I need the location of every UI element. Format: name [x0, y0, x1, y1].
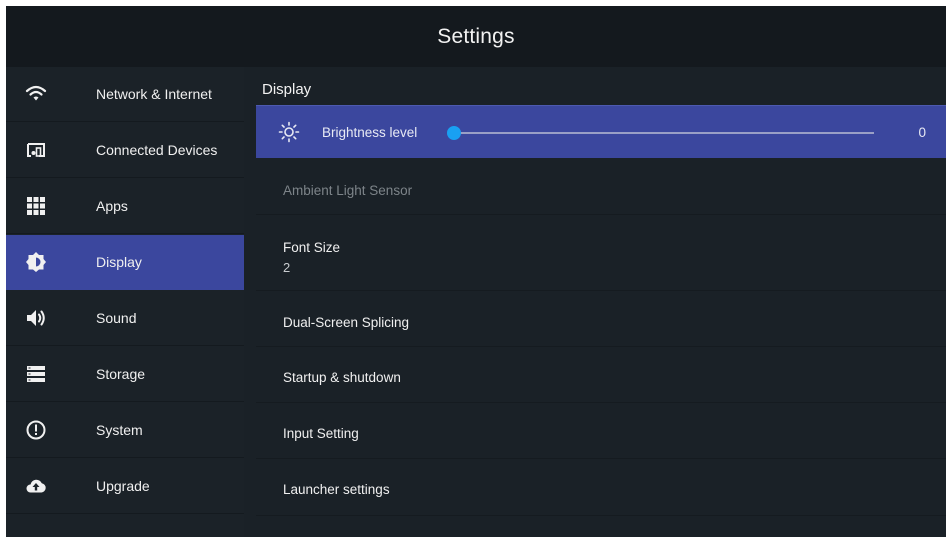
settings-window: Settings Network & Internet Connected De… [6, 6, 946, 537]
sidebar-item-label: Sound [96, 310, 137, 326]
speaker-icon [25, 307, 47, 329]
item-label: Input Setting [283, 426, 359, 441]
sidebar-item-label: Upgrade [96, 478, 150, 494]
font-size-value: 2 [283, 260, 291, 275]
sidebar-item-sound[interactable]: Sound [6, 291, 244, 346]
brightness-value: 0 [918, 125, 926, 140]
display-settings-panel: Display Brightness level 0 Ambient Light… [244, 67, 946, 537]
sidebar-item-label: Network & Internet [96, 86, 212, 102]
info-icon [25, 419, 47, 441]
input-setting-item[interactable]: Input Setting [256, 404, 946, 459]
section-title: Display [262, 81, 312, 98]
apps-grid-icon [25, 195, 47, 217]
brightness-level-row[interactable]: Brightness level 0 [256, 105, 946, 158]
sidebar-item-display[interactable]: Display [6, 235, 244, 290]
cloud-upload-icon [25, 475, 47, 497]
sidebar-item-apps[interactable]: Apps [6, 179, 244, 234]
sidebar-item-connected-devices[interactable]: Connected Devices [6, 123, 244, 178]
display-brightness-icon [25, 251, 47, 273]
sidebar-item-label: Apps [96, 198, 128, 214]
dual-screen-splicing-item[interactable]: Dual-Screen Splicing [256, 292, 946, 347]
item-label: Dual-Screen Splicing [283, 315, 410, 330]
sidebar-item-label: System [96, 422, 143, 438]
window-title: Settings [437, 24, 515, 48]
sidebar: Network & Internet Connected Devices App… [6, 67, 244, 537]
title-bar: Settings [6, 6, 946, 67]
storage-icon [25, 363, 47, 385]
wifi-icon [25, 83, 47, 105]
sun-icon [278, 121, 300, 143]
item-label: Startup & shutdown [283, 370, 401, 385]
brightness-slider[interactable] [447, 126, 874, 140]
sidebar-item-storage[interactable]: Storage [6, 347, 244, 402]
sidebar-item-network[interactable]: Network & Internet [6, 67, 244, 122]
connected-devices-icon [25, 139, 47, 161]
startup-shutdown-item[interactable]: Startup & shutdown [256, 348, 946, 403]
sidebar-item-label: Storage [96, 366, 146, 382]
sidebar-item-label: Display [96, 254, 142, 270]
sidebar-item-label: Connected Devices [96, 142, 218, 158]
sidebar-item-upgrade[interactable]: Upgrade [6, 459, 244, 514]
font-size-item[interactable]: Font Size 2 [256, 216, 946, 291]
item-label: Ambient Light Sensor [283, 183, 413, 198]
brightness-label: Brightness level [322, 125, 418, 140]
sidebar-item-system[interactable]: System [6, 403, 244, 458]
item-label: Font Size [283, 240, 341, 255]
brightness-slider-thumb[interactable] [447, 126, 461, 140]
launcher-settings-item[interactable]: Launcher settings [256, 460, 946, 516]
ambient-light-sensor-item[interactable]: Ambient Light Sensor [256, 159, 946, 215]
item-label: Launcher settings [283, 482, 390, 497]
